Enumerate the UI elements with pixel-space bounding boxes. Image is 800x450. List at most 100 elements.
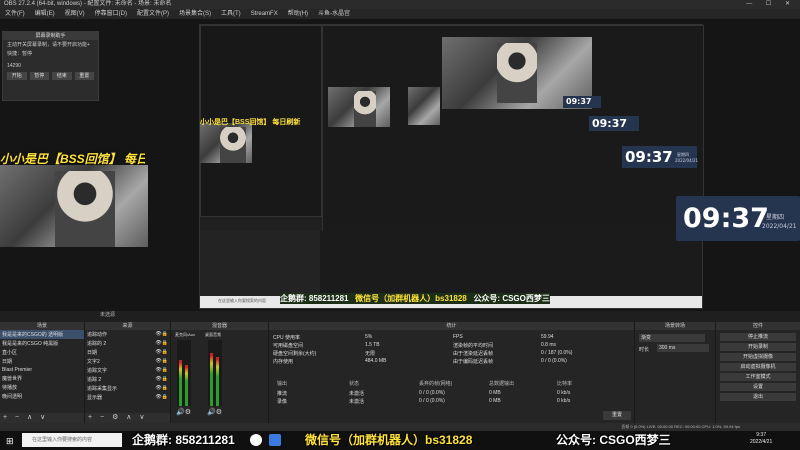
- mic-volume-meter[interactable]: [177, 340, 191, 406]
- title-bar: OBS 27.2.4 (64-bit, windows) - 配置文件: 未命名…: [0, 0, 800, 9]
- start-recording-button[interactable]: 开始录制: [720, 343, 796, 351]
- preview-source-label: 未选源: [100, 312, 116, 318]
- browser-icon[interactable]: [269, 434, 281, 446]
- scenes-title: 场景: [0, 322, 84, 330]
- out-cell: 推流: [277, 391, 288, 397]
- eye-lock-icon: 👁🔒: [155, 385, 168, 391]
- scene-item[interactable]: 魔兽世界: [0, 374, 84, 383]
- script-start-button[interactable]: 开始: [7, 72, 27, 80]
- stat-label: 渲染帧的平均时间: [453, 343, 494, 349]
- menu-file[interactable]: 文件(F): [0, 9, 30, 19]
- source-item[interactable]: 日期 👁🔒: [85, 348, 170, 357]
- stat-label: 内存使用: [273, 359, 294, 365]
- transitions-dock: 场景转场 渐变 时长 300 ms: [635, 322, 716, 423]
- menu-docks[interactable]: 停靠窗口(D): [90, 9, 132, 19]
- scene-item[interactable]: Blast Premier: [0, 366, 84, 374]
- nested-screen-capture: 小小是巴【BSS回馆】 每日刷新 09:37 09:37 09:37 星期四 2…: [199, 24, 704, 309]
- nested-webcam-3: [408, 87, 440, 125]
- stat-label: FPS: [453, 334, 463, 340]
- clock-weekday: 星期四: [766, 214, 785, 221]
- out-cell: 0 kb/s: [557, 398, 571, 404]
- controls-title: 控件: [716, 322, 800, 330]
- stat-label: 硬盘空间剩余(大约): [273, 351, 317, 357]
- out-cell: 0 / 0 (0.0%): [419, 390, 445, 396]
- stat-label: 可用磁盘空间: [273, 343, 304, 349]
- taskbar-clock: 9:37 2022/4/21: [750, 432, 773, 445]
- out-cell: 未激活: [349, 391, 365, 397]
- virtual-cam-button[interactable]: 启动虚拟摄像机: [720, 363, 796, 371]
- source-item[interactable]: 追踪 2 👁🔒: [85, 375, 170, 384]
- taskbar-search-input[interactable]: 在这里输入你要搜索的内容: [22, 433, 122, 447]
- settings-button[interactable]: 设置: [720, 383, 796, 391]
- eye-lock-icon: 👁🔒: [155, 331, 168, 337]
- webcam-feed: [0, 165, 148, 247]
- mixer-channel-label: 桌面音频: [205, 332, 221, 337]
- menu-scene-collection[interactable]: 场景集合(S): [174, 9, 216, 19]
- out-header: 总数据输出: [489, 381, 515, 387]
- menu-douyu[interactable]: 斗鱼-水晶宫: [313, 9, 355, 19]
- sources-dock: 来源 追踪动作 👁🔒 追踪的 2 👁🔒 日期 👁🔒 文字2 👁🔒 追踪文字 👁🔒 追踪 2…: [85, 322, 171, 423]
- stats-dock: 统计 CPU 使用率 5% 可用磁盘空间 1.5 TB 硬盘空间剩余(大约) 无限 内…: [269, 322, 635, 423]
- scene-item[interactable]: 我是是来的CSGO的 透明版: [0, 330, 84, 339]
- sources-title: 来源: [85, 322, 170, 330]
- nested-webcam-2: [328, 87, 390, 127]
- scenes-toolbar[interactable]: + − ∧ ∨: [0, 413, 84, 423]
- out-header: 丢弃的帧(网络): [419, 381, 453, 387]
- out-header: 状态: [349, 381, 360, 387]
- scene-item[interactable]: 我是是来的CSGO 纯黑版: [0, 339, 84, 348]
- stat-label: CPU 使用率: [273, 335, 300, 341]
- mixer-title: 混音器: [171, 322, 268, 330]
- scene-item[interactable]: 直小区: [0, 348, 84, 357]
- exit-button[interactable]: 退出: [720, 393, 796, 401]
- source-item[interactable]: 追踪采集显示 👁🔒: [85, 384, 170, 393]
- source-item[interactable]: 追踪的 2 👁🔒: [85, 339, 170, 348]
- windows-start-icon[interactable]: ⊞: [6, 436, 14, 447]
- eye-lock-icon: 👁🔒: [155, 394, 168, 400]
- scene-item[interactable]: 晚间透明: [0, 392, 84, 401]
- menu-bar: 文件(F) 编辑(E) 视图(V) 停靠窗口(D) 配置文件(P) 场景集合(S) 工具(T…: [0, 9, 800, 19]
- source-item[interactable]: 追踪动作 👁🔒: [85, 330, 170, 339]
- stat-value: 无限: [365, 351, 376, 357]
- scenes-dock: 场景 我是是来的CSGO的 透明版 我是是来的CSGO 纯黑版 直小区 日期 B…: [0, 322, 85, 423]
- out-cell: 0 MB: [489, 398, 501, 404]
- sources-toolbar[interactable]: + − ⚙ ∧ ∨: [85, 413, 170, 423]
- script-reset-button[interactable]: 重置: [74, 72, 94, 80]
- menu-profile[interactable]: 配置文件(P): [132, 9, 174, 19]
- duration-input[interactable]: 300 ms: [657, 344, 709, 352]
- source-item[interactable]: 文字2 👁🔒: [85, 357, 170, 366]
- stat-value: 484.0 MB: [365, 358, 387, 364]
- start-virtual-cam-button[interactable]: 开始虚拟摄像: [720, 353, 796, 361]
- menu-streamfx[interactable]: StreamFX: [246, 9, 283, 19]
- eye-lock-icon: 👁🔒: [155, 340, 168, 346]
- obs-icon[interactable]: [250, 434, 262, 446]
- clock-date: 2022/04/21: [762, 223, 797, 230]
- scene-item[interactable]: 日期: [0, 357, 84, 366]
- script-line: 主动开关屏幕录制，请不要开启功能+: [7, 42, 90, 48]
- script-stop-button[interactable]: 结束: [52, 72, 72, 80]
- duration-label: 时长: [639, 347, 650, 353]
- menu-help[interactable]: 帮助(H): [283, 9, 313, 19]
- desktop-mute-icon[interactable]: 🔊⚙: [207, 408, 222, 416]
- scene-item[interactable]: 待播放: [0, 383, 84, 392]
- menu-tools[interactable]: 工具(T): [216, 9, 246, 19]
- window-title: OBS 27.2.4 (64-bit, windows) - 配置文件: 未命名…: [4, 1, 172, 7]
- menu-view[interactable]: 视图(V): [60, 9, 90, 19]
- script-panel: 屏幕录制助手 主动开关屏幕录制，请不要开启功能+ 快捷：暂停 14290 开始 …: [2, 31, 99, 101]
- menu-edit[interactable]: 编辑(E): [30, 9, 60, 19]
- stat-value: 0.8 ms: [541, 342, 557, 348]
- mic-mute-icon[interactable]: 🔊⚙: [176, 408, 191, 416]
- mode-select[interactable]: 停止推流: [720, 333, 796, 341]
- script-counter: 14290: [7, 63, 21, 69]
- source-item[interactable]: 显示器 👁🔒: [85, 393, 170, 402]
- nested-clock-medium: 09:37: [589, 116, 639, 131]
- studio-mode-button[interactable]: 工作室模式: [720, 373, 796, 381]
- script-pause-button[interactable]: 暂停: [29, 72, 49, 80]
- source-item[interactable]: 追踪文字 👁🔒: [85, 366, 170, 375]
- script-line: 快捷：暂停: [7, 51, 33, 57]
- window-controls[interactable]: — ☐ ✕: [746, 0, 796, 9]
- desktop-volume-meter[interactable]: [208, 340, 222, 406]
- stat-value: 0 / 187 (0.0%): [541, 350, 573, 356]
- stats-reset-button[interactable]: 重置: [603, 411, 631, 420]
- transition-select[interactable]: 渐变: [639, 334, 705, 342]
- out-header: 比特率: [557, 381, 573, 387]
